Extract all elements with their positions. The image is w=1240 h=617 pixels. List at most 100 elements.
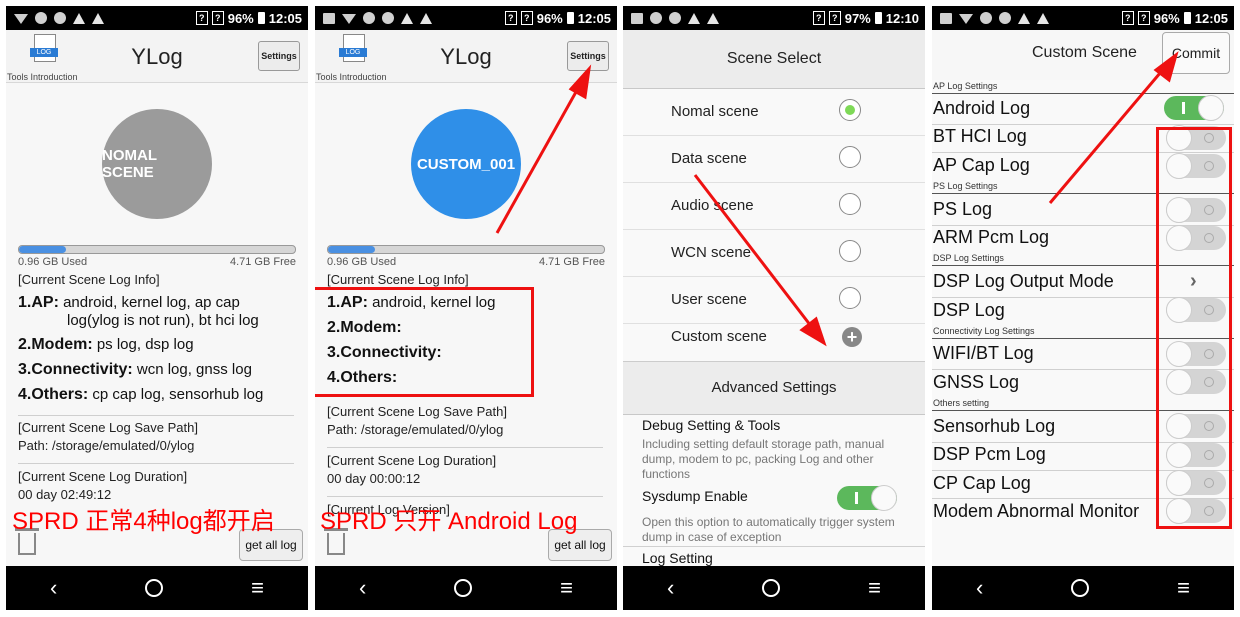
others-log-line: 4.Others: cp cap log, sensorhub log [18,386,263,404]
back-icon[interactable]: ‹ [359,575,366,601]
no-sim-icon: ? [195,11,208,25]
setting-modem-abnormal-monitor: Modem Abnormal Monitor [933,501,1140,521]
status-icons-right: ? ? 96% 12:05 [195,6,302,30]
radio-unselected[interactable] [839,240,861,262]
panel-scene-select: ? ? 97% 12:10 Scene Select Nomal scene D… [623,6,925,610]
setting-arm-pcm-log: ARM Pcm Log [933,227,1050,247]
scene-row-data[interactable]: Data scene [623,136,925,183]
radio-unselected[interactable] [839,146,861,168]
save-path-header: [Current Scene Log Save Path] [327,404,507,419]
nav-bar: ‹ ≡ [932,566,1234,610]
setting-android-log: Android Log [933,98,1031,118]
menu-icon[interactable]: ≡ [1177,575,1190,601]
debug-setting-title[interactable]: Debug Setting & Tools [642,417,780,433]
sysdump-toggle[interactable] [837,485,897,511]
page-title: Custom Scene [1032,44,1137,61]
add-custom-scene-icon[interactable]: + [842,327,862,347]
setting-dsp-pcm-log: DSP Pcm Log [933,444,1046,464]
battery-percent: 97% [844,10,871,26]
back-icon[interactable]: ‹ [976,575,983,601]
setting-gnss-log: GNSS Log [933,372,1020,392]
menu-icon[interactable]: ≡ [251,575,264,601]
image-icon [940,12,952,24]
notification-icon [650,12,662,24]
home-icon[interactable] [1071,579,1090,597]
scene-select-header: Scene Select [623,30,925,89]
storage-used: 0.96 GB Used [18,256,88,268]
scene-row-custom[interactable]: Custom scene + [623,314,925,360]
log-info-header: [Current Scene Log Info] [18,272,160,287]
radio-unselected[interactable] [839,193,861,215]
setting-dsp-output-mode[interactable]: DSP Log Output Mode [933,271,1114,292]
sysdump-title: Sysdump Enable [642,488,748,504]
settings-button[interactable]: Settings [258,41,300,71]
scene-button[interactable]: CUSTOM_001 [411,109,521,219]
menu-icon[interactable]: ≡ [560,575,573,601]
duration-value: 00 day 02:49:12 [18,487,112,502]
commit-button[interactable]: Commit [1162,32,1230,74]
tools-introduction-link[interactable]: Tools Introduction [7,72,78,82]
storage-free: 4.71 GB Free [229,256,296,268]
android-log-toggle[interactable] [1164,95,1224,121]
status-bar: ? ? 96% 12:05 [6,6,308,30]
others-label: 4.Others: [18,386,89,403]
scene-label: Audio scene [671,197,754,214]
no-sim-icon: ? [812,11,825,25]
no-sim-icon: ? [504,11,517,25]
setting-ap-cap-log: AP Cap Log [933,155,1030,175]
menu-icon[interactable]: ≡ [868,575,881,601]
toggle-on-mark [1182,102,1185,114]
clock: 12:05 [268,10,302,26]
ap-value-cont: log(ylog is not run), bt hci log [67,312,259,329]
status-icons-right: ? ? 96% 12:05 [1121,6,1228,30]
scene-button[interactable]: NOMAL SCENE [102,109,212,219]
scene-label: Nomal scene [671,103,759,120]
status-icons-left [631,6,719,30]
divider [932,124,1234,125]
toggle-on-mark [855,492,858,504]
annotation-text: SPRD 只开 Android Log [320,508,578,535]
notification-icon [382,12,394,24]
scene-row-wcn[interactable]: WCN scene [623,230,925,277]
warning-icon [1018,12,1030,24]
clock: 12:05 [577,10,611,26]
storage-progress-bar [327,245,605,254]
status-icons-right: ? ? 96% 12:05 [504,6,611,30]
back-icon[interactable]: ‹ [50,575,57,601]
setting-cp-cap-log: CP Cap Log [933,473,1031,493]
setting-bt-hci-log: BT HCI Log [933,126,1027,146]
log-setting-title[interactable]: Log Setting [642,550,713,566]
scene-label: Data scene [671,150,747,167]
no-sim-icon: ? [211,11,224,25]
nav-bar: ‹ ≡ [6,566,308,610]
storage-free: 4.71 GB Free [538,256,605,268]
radio-selected[interactable] [839,99,861,121]
scene-row-nomal[interactable]: Nomal scene [623,89,925,136]
scene-label: Custom scene [671,328,767,345]
notification-icon [54,12,66,24]
connectivity-log-line: 3.Connectivity: wcn log, gnss log [18,361,252,379]
app-bar: LOG Tools Introduction YLog Settings [6,30,308,83]
trash-can [327,533,345,555]
warning-icon [420,12,432,24]
panel-ylog-custom: ? ? 96% 12:05 LOG Tools Introduction YLo… [315,6,617,610]
warning-icon [73,12,85,24]
others-value: cp cap log, sensorhub log [92,386,264,403]
divider [18,415,294,416]
home-icon[interactable] [454,579,473,597]
scene-row-audio[interactable]: Audio scene [623,183,925,230]
ap-value: android, kernel log, ap cap [63,294,240,311]
home-icon[interactable] [762,579,781,597]
battery-percent: 96% [227,10,254,26]
battery-percent: 96% [1153,10,1180,26]
duration-header: [Current Scene Log Duration] [327,453,497,468]
warning-icon [92,12,104,24]
home-icon[interactable] [145,579,164,597]
tools-introduction-link[interactable]: Tools Introduction [316,72,387,82]
radio-unselected[interactable] [839,287,861,309]
panel-ylog-normal: ? ? 96% 12:05 LOG Tools Introduction YLo… [6,6,308,610]
settings-button[interactable]: Settings [567,41,609,71]
back-icon[interactable]: ‹ [667,575,674,601]
storage-progress-fill [328,246,375,253]
no-sim-icon: ? [1137,11,1150,25]
